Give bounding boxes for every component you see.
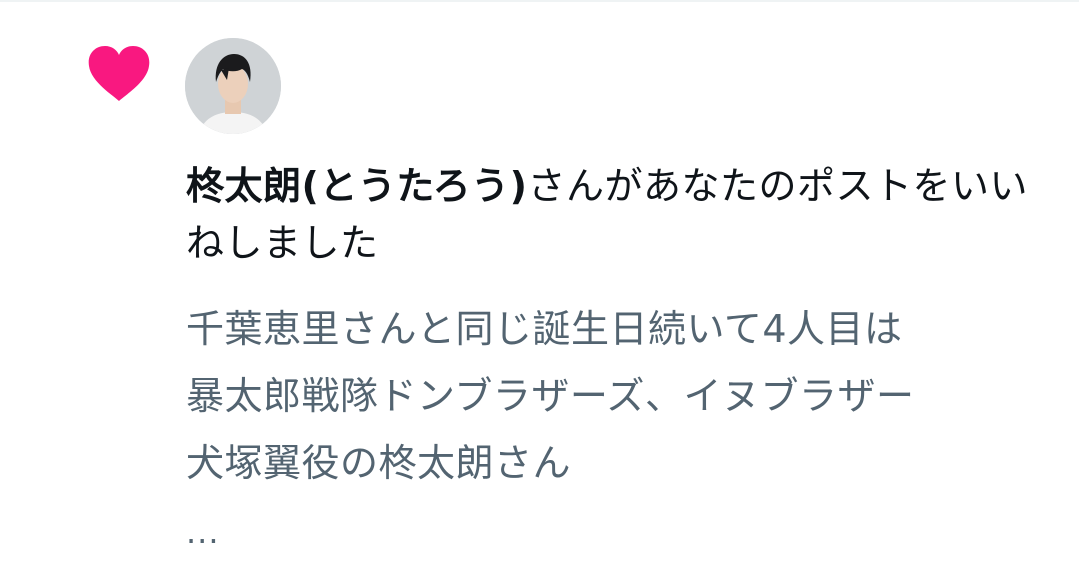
post-preview-line: 犬塚翼役の柊太朗さん xyxy=(186,441,572,485)
truncation-ellipsis: ... xyxy=(186,513,220,551)
avatar-image xyxy=(185,38,281,134)
notification-text: 柊太朗(とうたろう)さんがあなたのポストをいいねしました xyxy=(186,158,1046,272)
avatar[interactable] xyxy=(185,38,281,134)
divider xyxy=(0,0,1079,2)
heart-icon xyxy=(87,44,151,104)
post-preview[interactable]: 千葉恵里さんと同じ誕生日続いて4人目は 暴太郎戦隊ドンブラザーズ、イヌブラザー … xyxy=(186,296,1056,497)
post-preview-line: 暴太郎戦隊ドンブラザーズ、イヌブラザー xyxy=(186,374,915,418)
post-preview-line: 千葉恵里さんと同じ誕生日続いて4人目は xyxy=(186,307,903,351)
user-name-link[interactable]: 柊太朗(とうたろう) xyxy=(186,164,527,208)
